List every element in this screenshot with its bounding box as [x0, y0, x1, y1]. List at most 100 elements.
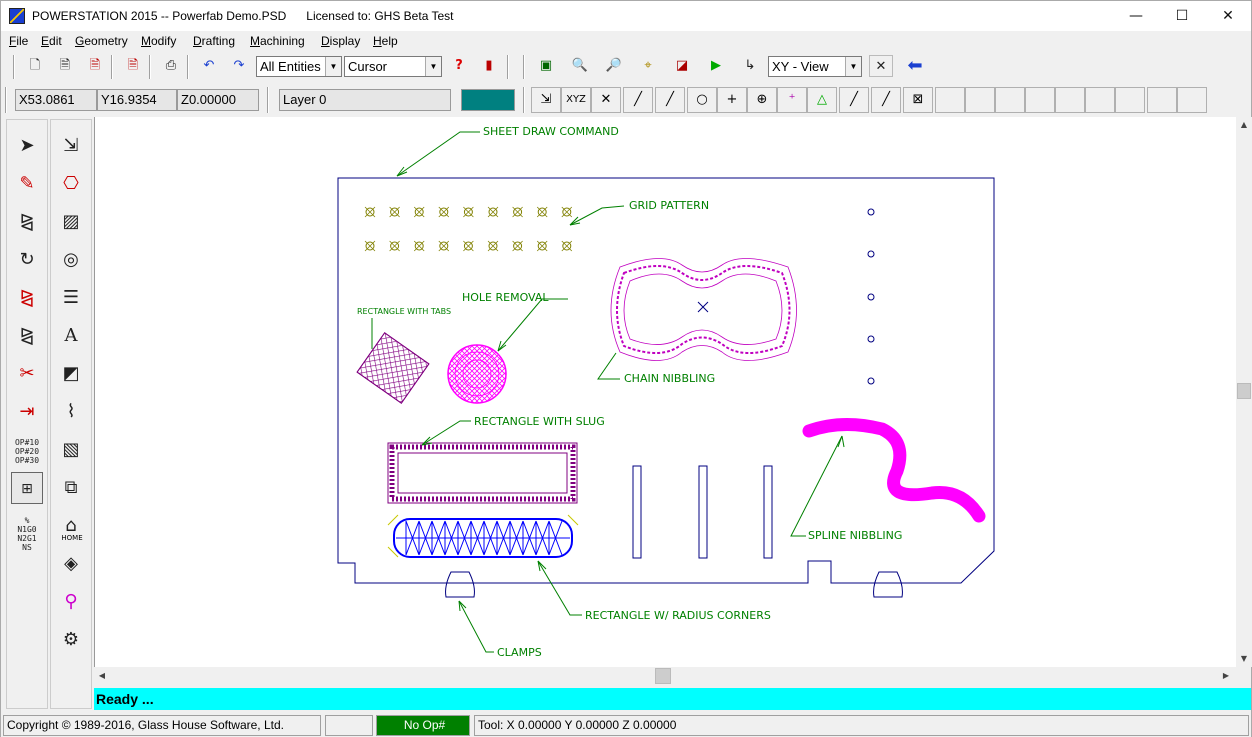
chevron-down-icon[interactable]: ▼	[425, 57, 441, 76]
layers-icon[interactable]: ☰	[55, 282, 87, 314]
empty-tool-slot[interactable]	[1115, 87, 1145, 113]
layer-field[interactable]: Layer 0	[279, 89, 451, 111]
help-question-icon[interactable]: ?	[447, 55, 471, 77]
print-setup-icon[interactable]: 🗎	[121, 55, 145, 77]
circle-snap-icon[interactable]: ○	[687, 87, 717, 113]
drawing-canvas[interactable]: SHEET DRAW COMMAND GRID PATTERN HOLE REM…	[94, 117, 1236, 667]
zoom-window-icon[interactable]: ⌖	[636, 55, 660, 77]
new-file-icon[interactable]: 🗋	[23, 55, 47, 77]
menu-geometry[interactable]: Geometry	[75, 34, 128, 48]
clear-snap-icon[interactable]: ⊠	[903, 87, 933, 113]
empty-tool-slot[interactable]	[1147, 87, 1177, 113]
extend-icon[interactable]: ⇥	[11, 396, 43, 428]
print-icon[interactable]: ⎙	[159, 55, 183, 77]
select-arrow-icon[interactable]: ➤	[11, 130, 43, 162]
empty-tool-slot[interactable]	[1025, 87, 1055, 113]
minimize-button[interactable]: —	[1113, 1, 1159, 31]
probe-icon[interactable]: ⚲	[55, 586, 87, 618]
empty-tool-slot[interactable]	[965, 87, 995, 113]
nest-icon[interactable]: ⧉	[55, 472, 87, 504]
menu-machining[interactable]: Machining	[250, 34, 305, 48]
chain-icon[interactable]: ⎔	[55, 168, 87, 200]
menu-help[interactable]: Help	[373, 34, 398, 48]
intersection-snap-icon[interactable]: ✕	[591, 87, 621, 113]
tree-view-icon[interactable]: ⊞	[11, 472, 43, 504]
rotate-icon[interactable]: ↻	[11, 244, 43, 276]
view-select[interactable]: XY - View ▼	[768, 56, 862, 77]
grid-pattern[interactable]	[364, 206, 573, 252]
endpoint-snap-icon[interactable]: ╱	[623, 87, 653, 113]
menu-file[interactable]: File	[9, 34, 28, 48]
horizontal-scroll-thumb[interactable]	[655, 668, 671, 684]
vertical-scroll-thumb[interactable]	[1237, 383, 1251, 399]
menu-modify[interactable]: Modify	[141, 34, 176, 48]
spline-nibbling[interactable]	[802, 417, 986, 523]
empty-tool-slot[interactable]	[935, 87, 965, 113]
close-button[interactable]: ✕	[1205, 1, 1251, 31]
menu-drafting[interactable]: Drafting	[193, 34, 235, 48]
select-snap-icon[interactable]: ⇲	[531, 87, 561, 113]
empty-tool-slot[interactable]	[1055, 87, 1085, 113]
pocket-icon[interactable]: ◈	[55, 548, 87, 580]
chevron-down-icon[interactable]: ▼	[845, 57, 861, 76]
horizontal-scrollbar[interactable]: ◀ ▶	[94, 667, 1236, 685]
xyz-snap-icon[interactable]: XYZ	[561, 87, 591, 113]
copy-mirror-icon[interactable]: ⧎	[11, 320, 43, 352]
properties-icon[interactable]: ⇲	[55, 130, 87, 162]
rectangle-with-slug[interactable]	[387, 442, 578, 504]
scroll-down-icon[interactable]: ▼	[1236, 651, 1252, 667]
chain-nibbling[interactable]	[610, 258, 797, 361]
tangent-snap-icon[interactable]: ╱	[871, 87, 901, 113]
text-icon[interactable]: A	[55, 320, 87, 352]
midpoint-snap-icon[interactable]: ╱	[655, 87, 685, 113]
back-arrow-icon[interactable]: ⬅	[903, 55, 927, 77]
hole-column[interactable]	[867, 208, 875, 385]
chevron-down-icon[interactable]: ▼	[325, 57, 341, 76]
clamps[interactable]	[445, 571, 903, 598]
open-file-icon[interactable]: 🗎	[53, 55, 77, 77]
rectangle-with-radius-corners[interactable]	[387, 514, 579, 558]
layer-color-swatch[interactable]	[461, 89, 515, 111]
empty-tool-slot[interactable]	[1177, 87, 1207, 113]
slot-cutouts[interactable]	[632, 465, 773, 559]
trim-icon[interactable]: ✂	[11, 358, 43, 390]
thread-icon[interactable]: ⌇	[55, 396, 87, 428]
operation-list-icon[interactable]: OP#10 OP#20 OP#30	[11, 434, 43, 466]
menu-display[interactable]: Display	[321, 34, 360, 48]
center-snap-icon[interactable]: ⊕	[747, 87, 777, 113]
relative-snap-icon[interactable]: ⁺	[777, 87, 807, 113]
axis-icon[interactable]: ↳	[738, 55, 762, 77]
scale-icon[interactable]: ⧎	[11, 282, 43, 314]
save-file-icon[interactable]: 🗎	[83, 55, 107, 77]
hole-removal[interactable]	[447, 344, 507, 404]
hatch-icon[interactable]: ▨	[55, 206, 87, 238]
scroll-right-icon[interactable]: ▶	[1218, 668, 1234, 684]
monitor-icon[interactable]: ▣	[534, 55, 558, 77]
nc-code-icon[interactable]: % N1G0 N2G1 NS	[11, 512, 43, 552]
redraw-icon[interactable]: ◪	[670, 55, 694, 77]
mirror-icon[interactable]: ⧎	[11, 206, 43, 238]
undo-icon[interactable]: ↶	[197, 55, 221, 77]
run-simulation-icon[interactable]: ▶	[704, 55, 728, 77]
entity-filter-select[interactable]: All Entities ▼	[256, 56, 342, 77]
empty-tool-slot[interactable]	[995, 87, 1025, 113]
rectangle-with-tabs[interactable]	[356, 332, 430, 404]
eraser-icon[interactable]: ✎	[11, 168, 43, 200]
view-rotate-icon[interactable]: ✕	[869, 55, 893, 77]
empty-tool-slot[interactable]	[1085, 87, 1115, 113]
triangle-snap-icon[interactable]: △	[807, 87, 837, 113]
tool-library-icon[interactable]: ⚙	[55, 624, 87, 656]
perpendicular-snap-icon[interactable]: ╱	[839, 87, 869, 113]
exit-door-icon[interactable]: ▮	[477, 55, 501, 77]
scroll-up-icon[interactable]: ▲	[1236, 117, 1252, 133]
cursor-mode-select[interactable]: Cursor ▼	[344, 56, 442, 77]
redo-icon[interactable]: ↷	[227, 55, 251, 77]
concentric-icon[interactable]: ◎	[55, 244, 87, 276]
menu-edit[interactable]: Edit	[41, 34, 62, 48]
bend-icon[interactable]: ◩	[55, 358, 87, 390]
maximize-button[interactable]: ☐	[1159, 1, 1205, 31]
zoom-out-icon[interactable]: 🔎	[602, 55, 626, 77]
point-snap-icon[interactable]: +	[717, 87, 747, 113]
vertical-scrollbar[interactable]: ▲ ▼	[1236, 117, 1252, 667]
zoom-in-icon[interactable]: 🔍	[568, 55, 592, 77]
